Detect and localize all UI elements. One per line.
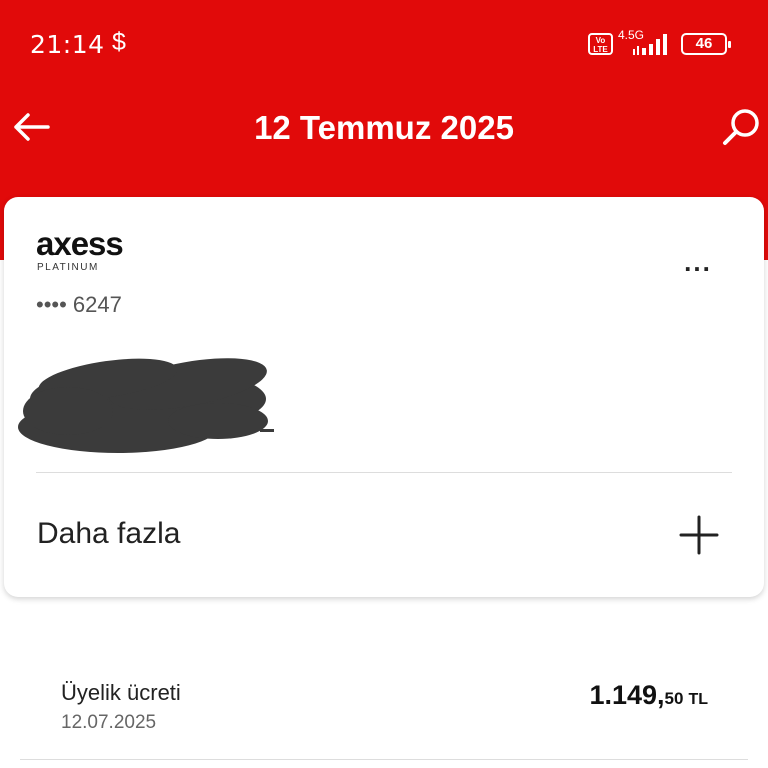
amount-decimal: 50 [664,689,684,708]
card-number: •••• 6247 [36,292,122,317]
transaction-row[interactable]: Üyelik ücreti 12.07.2025 1.149,50 TL [0,640,768,760]
transaction-divider [20,759,748,760]
card-brand-tier: PLATINUM [37,262,99,273]
amount-currency: TL [688,691,708,708]
volte-icon: Vo LTE [588,33,613,55]
signal-icon [633,34,667,55]
redacted-area [18,358,274,453]
transaction-amount: 1.149,50 TL [589,680,708,711]
search-icon[interactable] [718,103,766,151]
notification-icon: $ [112,28,126,56]
expand-details-label: Daha fazla [37,517,181,550]
more-options-button[interactable]: ... [676,247,720,277]
status-time: 21:14 [30,30,105,59]
amount-main: 1.149, [589,680,665,710]
battery-icon: 46 [681,33,731,55]
expand-details-row[interactable]: Daha fazla [4,473,764,597]
card-brand-logo: axess [36,225,124,262]
page-title: 12 Temmuz 2025 [254,109,514,146]
credit-card-panel: axess PLATINUM ... •••• 6247 Daha fazla [4,197,764,597]
transaction-title: Üyelik ücreti [61,680,181,705]
plus-icon[interactable] [677,513,721,557]
status-bar: 21:14 $ Vo LTE 4.5G 46 [0,0,768,90]
transaction-date: 12.07.2025 [61,712,157,733]
app-bar: 12 Temmuz 2025 [0,95,768,161]
